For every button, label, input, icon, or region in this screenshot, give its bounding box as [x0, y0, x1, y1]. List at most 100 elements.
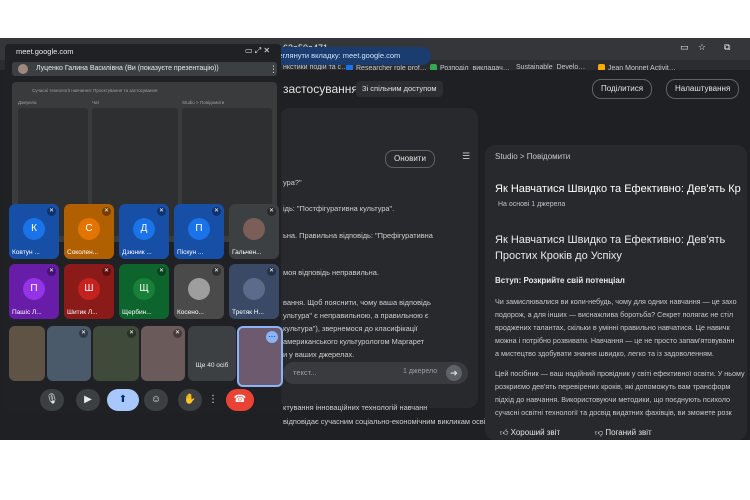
participant-video-tile[interactable]: ✕ [93, 326, 139, 381]
present-icon[interactable]: ⬆ [107, 389, 139, 411]
participant-tile[interactable]: Косено... ✕ [174, 264, 224, 319]
page-title: застосування [283, 82, 358, 96]
good-report-button[interactable]: 👍︎ Хороший звіт [500, 428, 560, 438]
participant-tile[interactable]: С Соколен... ✕ [64, 204, 114, 259]
participant-video-tile[interactable] [9, 326, 45, 381]
tab-share-notice[interactable]: переглянути вкладку: meet.google.com [258, 47, 431, 65]
shared-badge: Зі спільним доступом [356, 81, 443, 97]
mic-off-icon: ✕ [102, 207, 111, 216]
more-options-icon[interactable]: ⋮ [206, 389, 220, 411]
mic-off-icon: ✕ [267, 207, 276, 216]
presenter-name: Луценко Галина Василівна (Ви (показуєте … [36, 65, 219, 72]
preview-text: Сучасні технології навчання: Проєктуванн… [32, 88, 158, 93]
participant-name: Піскун ... [177, 249, 204, 256]
camera-icon[interactable]: ▶ [76, 389, 100, 411]
refresh-button[interactable]: Оновити [385, 150, 435, 168]
report-source-count: На основі 1 джерела [498, 201, 566, 208]
mic-off-icon: ✕ [102, 267, 111, 276]
mic-off-icon: ✕ [79, 329, 88, 338]
participant-tile[interactable]: К Ковтун ... ✕ [9, 204, 59, 259]
avatar: К [23, 218, 45, 240]
participant-name: Гальчен... [232, 249, 262, 256]
sources-count: 1 джерело [403, 368, 438, 375]
preview-text: Чат [92, 100, 100, 105]
chat-input[interactable]: текст... 1 джерело ➔ [283, 362, 468, 384]
paragraph-line: підхід до навчання. Використовуючи метод… [495, 395, 731, 404]
mic-off-icon: ✕ [47, 267, 56, 276]
end-call-icon[interactable]: ☎ [226, 389, 254, 411]
participant-tile[interactable]: Щ Щербин... ✕ [119, 264, 169, 319]
meet-control-bar: 🎙︎ ▶ ⬆ ☺ ✋ ⋮ ☎ [10, 389, 275, 413]
paragraph-line: Чи замислювалися ви коли-небудь, чому дл… [495, 297, 737, 306]
avatar: Д [133, 218, 155, 240]
more-options-icon[interactable]: ⋯ [266, 331, 278, 343]
paragraph-line: Цей посібник — ваш надійний провідник у … [495, 369, 745, 378]
cast-icon[interactable]: ▭ [680, 42, 689, 53]
mic-off-icon: ✕ [157, 267, 166, 276]
bad-report-button[interactable]: 👎︎ Поганий звіт [595, 428, 652, 438]
participant-name: Косено... [177, 309, 204, 316]
tune-icon[interactable]: ☰ [462, 151, 470, 162]
chat-text: и у ваших джерелах. [283, 350, 355, 359]
preview-text: Studio > Повідомити [182, 100, 225, 105]
avatar: Щ [133, 278, 155, 300]
chat-text: ьна. Правильна відповідь: "Префігуративн… [283, 231, 433, 240]
paragraph-line: можна і потрібно розвивати. Навчання — ц… [495, 336, 735, 345]
paragraph-line: подорож, а для інших — виснажлива бороть… [495, 310, 734, 319]
avatar: С [78, 218, 100, 240]
suggestion-text[interactable]: відповідає сучасним соціально-економічни… [283, 417, 485, 426]
star-icon[interactable]: ☆ [698, 42, 706, 53]
presenter-bar: Луценко Галина Василівна (Ви (показуєте … [12, 62, 278, 76]
paragraph-line: а мистецтво здобувати знання швидко, лег… [495, 349, 714, 358]
self-video-tile[interactable]: ⋯ [237, 326, 283, 387]
mic-off-icon: ✕ [127, 329, 136, 338]
participant-name: Соколен... [67, 249, 99, 256]
meet-window-title: meet.google.com [16, 47, 74, 56]
participant-tile[interactable]: П Пашіс Л... ✕ [9, 264, 59, 319]
chat-text: моя відповідь неправильна. [283, 268, 379, 277]
participant-name: Третяк Н... [232, 309, 264, 316]
thumbs-down-icon: 👎︎ [595, 428, 606, 437]
document-title: Як Навчатися Швидко та Ефективно: Дев'ят… [495, 234, 726, 262]
suggestion-text[interactable]: ктування інноваційних технологій навчанн [283, 403, 427, 412]
mic-off-icon: ✕ [267, 267, 276, 276]
participant-tile[interactable]: Д Дзюник ... ✕ [119, 204, 169, 259]
settings-button[interactable]: Налаштування [666, 79, 740, 99]
participant-name: Дзюник ... [122, 249, 152, 256]
more-options-icon[interactable]: ⋮ [269, 62, 278, 76]
send-icon[interactable]: ➔ [446, 365, 462, 381]
more-participants-label: Ще 40 осіб [195, 362, 229, 369]
share-button[interactable]: Поділитися [592, 79, 653, 99]
emoji-icon[interactable]: ☺ [144, 389, 168, 411]
mic-off-icon: ✕ [173, 329, 182, 338]
chat-text: культура"), звернемося до класифікації [283, 324, 418, 333]
avatar: Ш [78, 278, 100, 300]
participant-tile[interactable]: П Піскун ... ✕ [174, 204, 224, 259]
chat-text: ультура" є неправильною, а правильною є [283, 311, 429, 320]
mic-icon[interactable]: 🎙︎ [40, 389, 64, 411]
participant-tile[interactable]: Третяк Н... ✕ [229, 264, 279, 319]
participant-video-tile[interactable]: ✕ [47, 326, 91, 381]
participant-name: Пашіс Л... [12, 309, 42, 316]
avatar [243, 218, 265, 240]
report-title: Як Навчатися Швидко та Ефективно: Дев'ят… [495, 183, 741, 195]
avatar: П [188, 218, 210, 240]
participant-video-tile[interactable]: ✕ [141, 326, 185, 381]
participant-name: Шитик Л... [67, 309, 98, 316]
section-heading: Вступ: Розкрийте свій потенціал [495, 276, 625, 285]
window-controls-icon[interactable]: ▭ ⤢ ✕ [245, 46, 270, 56]
participant-tile[interactable]: Ш Шитик Л... ✕ [64, 264, 114, 319]
chat-text: вання. Щоб пояснити, чому ваша відповідь [283, 298, 431, 307]
mic-off-icon: ✕ [47, 207, 56, 216]
more-participants-tile[interactable]: Ще 40 осіб [188, 326, 236, 381]
raise-hand-icon[interactable]: ✋ [178, 389, 202, 411]
avatar [188, 278, 210, 300]
thumbs-up-icon: 👍︎ [500, 428, 511, 437]
participant-name: Ковтун ... [12, 249, 40, 256]
paragraph-line: сучасні освітні технології та досвід вид… [495, 408, 732, 417]
mic-off-icon: ✕ [212, 267, 221, 276]
participant-tile[interactable]: Гальчен... ✕ [229, 204, 279, 259]
breadcrumb[interactable]: Studio > Повідомити [495, 152, 570, 161]
extensions-icon[interactable]: ⧉ [724, 42, 730, 53]
paragraph-line: розкриємо дев'ять перевірених кроків, як… [495, 382, 731, 391]
